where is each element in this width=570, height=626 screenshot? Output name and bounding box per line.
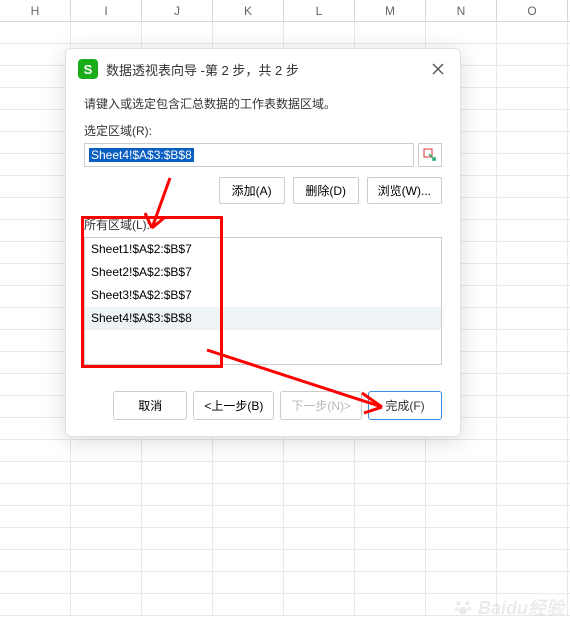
close-icon [432, 63, 444, 75]
next-button: 下一步(N)> [280, 391, 362, 420]
col-header[interactable]: O [497, 0, 568, 21]
all-ranges-listbox[interactable]: Sheet1!$A$2:$B$7 Sheet2!$A$2:$B$7 Sheet3… [84, 237, 442, 365]
col-header[interactable]: L [284, 0, 355, 21]
dialog-footer: 取消 <上一步(B) 下一步(N)> 完成(F) [66, 379, 460, 436]
browse-button[interactable]: 浏览(W)... [367, 177, 442, 204]
col-header[interactable]: M [355, 0, 426, 21]
delete-button[interactable]: 删除(D) [293, 177, 359, 204]
col-header[interactable]: K [213, 0, 284, 21]
app-icon: S [78, 59, 98, 79]
prompt-text: 请键入或选定包含汇总数据的工作表数据区域。 [84, 95, 442, 112]
col-header[interactable]: N [426, 0, 497, 21]
titlebar: S 数据透视表向导 -第 2 步，共 2 步 [66, 49, 460, 87]
range-picker-button[interactable] [418, 143, 442, 167]
close-button[interactable] [428, 59, 448, 79]
finish-button[interactable]: 完成(F) [368, 391, 442, 420]
col-header[interactable]: I [71, 0, 142, 21]
add-button[interactable]: 添加(A) [219, 177, 285, 204]
range-picker-icon [423, 148, 437, 162]
all-ranges-label: 所有区域(L): [84, 216, 442, 233]
cancel-button[interactable]: 取消 [113, 391, 187, 420]
col-header[interactable]: J [142, 0, 213, 21]
back-button[interactable]: <上一步(B) [193, 391, 274, 420]
list-item[interactable]: Sheet4!$A$3:$B$8 [85, 307, 441, 330]
list-item[interactable]: Sheet1!$A$2:$B$7 [85, 238, 441, 261]
selected-range-input[interactable]: Sheet4!$A$3:$B$8 [84, 143, 414, 167]
list-item[interactable]: Sheet3!$A$2:$B$7 [85, 284, 441, 307]
watermark: Baidu经验 [452, 594, 564, 620]
paw-icon [452, 596, 474, 618]
selected-range-value: Sheet4!$A$3:$B$8 [89, 148, 194, 162]
list-item[interactable]: Sheet2!$A$2:$B$7 [85, 261, 441, 284]
column-headers: H I J K L M N O [0, 0, 570, 22]
selected-range-label: 选定区域(R): [84, 122, 442, 139]
pivot-wizard-dialog: S 数据透视表向导 -第 2 步，共 2 步 请键入或选定包含汇总数据的工作表数… [65, 48, 461, 437]
dialog-title: 数据透视表向导 -第 2 步，共 2 步 [106, 60, 428, 79]
col-header[interactable]: H [0, 0, 71, 21]
